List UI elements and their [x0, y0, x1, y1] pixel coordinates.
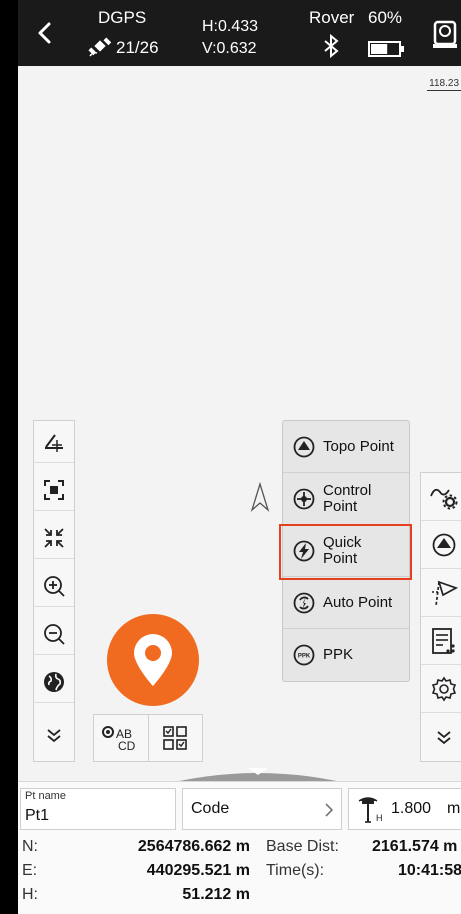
navigation-arrow-icon — [250, 482, 270, 512]
antenna-height-icon: H — [358, 797, 383, 823]
point-info-panel: Pt name Pt1 Code H 1.800 m N: 2564786.66… — [18, 781, 461, 914]
select-points-button[interactable] — [149, 715, 203, 761]
screen: DGPS 21/26 H:0.433 V:0.632 Rover 60% 118… — [18, 0, 461, 914]
menu-item-topo-point[interactable]: Topo Point — [283, 421, 409, 473]
antenna-height-value: 1.800 — [391, 800, 432, 817]
expand-down-icon — [437, 731, 451, 745]
svg-text:H: H — [376, 813, 383, 823]
point-name-label: Pt name — [25, 790, 66, 802]
right-toolbar — [420, 472, 461, 762]
line-settings-button[interactable] — [421, 473, 461, 521]
bluetooth-icon — [324, 34, 339, 58]
settings-icon — [431, 676, 457, 701]
battery-icon — [368, 41, 404, 57]
line-settings-icon — [430, 488, 458, 509]
menu-item-ppk[interactable]: PPK PPK — [283, 629, 409, 681]
code-field[interactable]: Code — [182, 788, 342, 830]
antenna-height-field[interactable]: H 1.800 m — [348, 788, 461, 830]
time-label: Time(s): — [266, 862, 325, 879]
menu-label: PPK — [323, 646, 354, 663]
svg-text:PPK: PPK — [298, 654, 311, 660]
solution-status: DGPS — [98, 8, 147, 27]
collect-point-button[interactable] — [107, 614, 199, 706]
measure-button[interactable] — [34, 421, 74, 463]
point-label-icon: AB CD — [101, 726, 136, 753]
select-grid-icon — [163, 726, 188, 750]
right-toolbar-expand-button[interactable] — [421, 713, 461, 761]
svg-text:CD: CD — [118, 739, 136, 753]
zoom-out-button[interactable] — [34, 613, 74, 655]
chevron-right-icon — [325, 803, 334, 817]
menu-label: Control Point — [323, 481, 372, 515]
control-point-icon — [293, 488, 315, 509]
base-dist-label: Base Dist: — [266, 838, 339, 855]
point-name-field[interactable]: Pt name Pt1 — [20, 788, 176, 830]
base-dist-value: 2161.574 m — [372, 838, 458, 855]
point-list-icon — [432, 627, 455, 654]
n-label: N: — [22, 838, 38, 855]
point-label-button[interactable]: AB CD — [94, 715, 149, 761]
left-toolbar-expand-button[interactable] — [34, 709, 74, 761]
chevron-left-icon — [38, 22, 51, 44]
measure-icon — [45, 433, 63, 452]
globe-icon — [44, 671, 64, 692]
antenna-height-unit: m — [447, 800, 461, 817]
zoom-fit-button[interactable] — [34, 517, 74, 559]
satellite-count: 21/26 — [116, 38, 159, 57]
point-list-button[interactable] — [421, 617, 461, 665]
menu-label: Topo Point — [323, 437, 394, 455]
menu-item-auto-point[interactable]: Auto Point — [283, 577, 409, 629]
e-label: E: — [22, 862, 38, 879]
e-value: 440295.521 m — [146, 862, 250, 879]
point-name-value: Pt1 — [25, 807, 50, 824]
menu-label: Auto Point — [323, 593, 393, 611]
satellite-icon — [88, 37, 112, 57]
back-button[interactable] — [32, 18, 58, 48]
stakeout-button[interactable] — [421, 569, 461, 617]
v-precision: V:0.632 — [202, 40, 257, 57]
device-connection-button[interactable] — [423, 14, 461, 54]
location-pin-icon — [134, 634, 172, 686]
full-extent-button[interactable] — [34, 469, 74, 511]
highlight-box — [279, 524, 412, 580]
zoom-in-icon — [44, 575, 65, 597]
battery-percent: 60% — [368, 8, 403, 27]
auto-point-icon — [293, 592, 315, 613]
topo-point-icon — [293, 436, 315, 457]
survey-button[interactable] — [421, 521, 461, 569]
survey-icon — [432, 533, 456, 556]
zoom-fit-icon — [44, 527, 64, 548]
base-map-button[interactable] — [34, 661, 74, 703]
stakeout-icon — [432, 580, 458, 606]
status-bar: DGPS 21/26 H:0.433 V:0.632 Rover 60% — [18, 0, 461, 66]
zoom-in-button[interactable] — [34, 565, 74, 607]
code-placeholder: Code — [191, 800, 230, 817]
expand-down-icon — [47, 729, 61, 743]
label-button-group: AB CD — [93, 714, 203, 762]
time-value: 10:41:58 — [398, 862, 461, 879]
zoom-out-icon — [44, 623, 65, 645]
menu-item-control-point[interactable]: Control Point — [283, 473, 409, 525]
fit-extent-icon — [44, 479, 64, 500]
n-value: 2564786.662 m — [137, 838, 250, 855]
h-value: 51.212 m — [182, 886, 250, 903]
settings-button[interactable] — [421, 665, 461, 713]
scale-bar: 118.23 — [427, 78, 461, 91]
left-toolbar — [33, 420, 75, 762]
h-label: H: — [22, 886, 38, 903]
h-precision: H:0.433 — [202, 18, 259, 35]
ppk-icon: PPK — [293, 644, 315, 666]
mode-label: Rover — [309, 8, 355, 27]
receiver-icon — [433, 20, 457, 48]
